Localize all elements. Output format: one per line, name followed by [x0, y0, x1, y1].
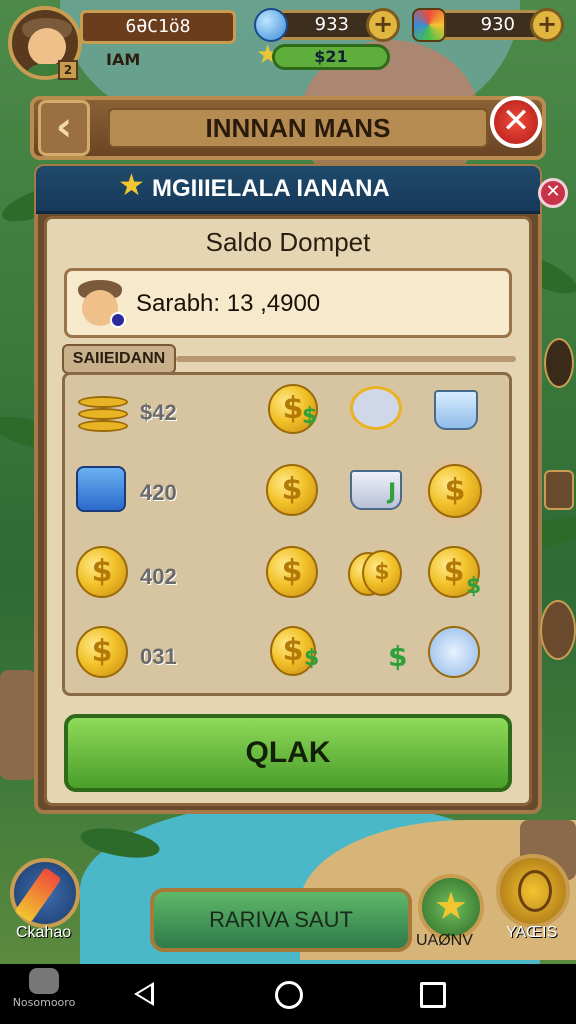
- coin-icon: $: [76, 626, 128, 678]
- main-action-button[interactable]: RARIVA SAUT: [150, 888, 412, 952]
- reward-item[interactable]: $: [266, 546, 326, 606]
- dollar-icon: $: [304, 646, 320, 671]
- side-tab[interactable]: [544, 470, 574, 510]
- bottom-left-label: Ckahao: [16, 924, 72, 941]
- reward-item[interactable]: [348, 382, 408, 442]
- player-name: 6ƏC1ö8: [80, 10, 236, 44]
- coin-icon: $: [362, 550, 402, 596]
- close-icon: ✕: [501, 101, 531, 141]
- bowl-icon: [350, 386, 402, 430]
- add-gems-button[interactable]: +: [366, 8, 400, 42]
- level-badge: 2: [58, 60, 78, 80]
- coin-stack-icon: [78, 396, 128, 408]
- chevron-left-icon: ‹: [55, 104, 73, 150]
- close-panel-button[interactable]: ✕: [538, 178, 568, 208]
- reward-item[interactable]: $: [76, 546, 136, 606]
- dollar-icon: $: [466, 574, 482, 599]
- coin-icon: $: [266, 546, 318, 598]
- close-icon: ✕: [545, 181, 561, 202]
- section-divider: [176, 356, 516, 362]
- nav-back-button[interactable]: [126, 976, 162, 1012]
- stone-pillar: [0, 670, 36, 780]
- coin-icon: $: [76, 546, 128, 598]
- reward-item[interactable]: $ $: [268, 382, 328, 442]
- panel-header-title: MGIIIELALA IANANA: [152, 175, 390, 202]
- side-tab[interactable]: [544, 338, 574, 388]
- coin-stack-icon: [78, 408, 128, 420]
- dollar-icon: J: [388, 480, 397, 505]
- bottom-right-label: YAŒIS: [506, 924, 558, 941]
- reward-item[interactable]: J: [350, 466, 410, 526]
- reward-amount: 031: [140, 644, 177, 669]
- reward-item[interactable]: $ $: [266, 626, 326, 686]
- player-subtitle: IAM: [106, 50, 141, 69]
- reward-item[interactable]: $: [348, 548, 408, 608]
- star-button[interactable]: ★: [418, 874, 484, 940]
- reward-item-selected[interactable]: $: [428, 464, 488, 524]
- bottom-right-label: UAØNV: [416, 932, 473, 949]
- reward-item[interactable]: [76, 464, 136, 524]
- cash-counter: $21: [272, 44, 390, 70]
- balance-avatar: [74, 274, 128, 332]
- avatar-badge: [110, 312, 126, 328]
- reward-item[interactable]: $ $: [428, 546, 488, 606]
- reward-item[interactable]: $: [266, 464, 326, 524]
- ok-button[interactable]: QLAK: [64, 714, 512, 792]
- gem-coin-icon: [428, 626, 480, 678]
- coin-icon: $: [266, 464, 318, 516]
- dollar-icon: $: [302, 404, 318, 429]
- side-tab[interactable]: [540, 600, 576, 660]
- star-icon: ★: [434, 884, 469, 928]
- gem-icon: [254, 8, 288, 42]
- reward-item[interactable]: [430, 382, 490, 442]
- close-button[interactable]: ✕: [490, 96, 542, 148]
- reward-amount: 420: [140, 480, 177, 505]
- nav-recents-button[interactable]: [414, 976, 450, 1012]
- reward-item[interactable]: [78, 386, 138, 446]
- page-title: INNNAN MANS: [108, 108, 488, 148]
- reward-amount: $42: [140, 400, 177, 425]
- add-gold-button[interactable]: +: [530, 8, 564, 42]
- reward-item[interactable]: [428, 626, 488, 686]
- watermark: Nosomooro: [4, 968, 84, 1020]
- watermark-logo: [29, 968, 59, 994]
- watermark-text: Nosomooro: [12, 996, 76, 1009]
- section-tag: SAIIEIDANN: [62, 344, 176, 374]
- nav-home-button[interactable]: [270, 976, 306, 1012]
- chest-icon: [76, 466, 126, 512]
- star-icon: ★: [118, 168, 145, 203]
- pencil-icon: [14, 867, 62, 923]
- reward-amount: 402: [140, 564, 177, 589]
- pencil-button[interactable]: [10, 858, 80, 928]
- coin-button[interactable]: [496, 854, 570, 928]
- wallet-balance-heading: Saldo Dompet: [205, 227, 371, 257]
- tub-icon: [434, 390, 478, 430]
- balance-value: Sarabh: 13 ,4900: [136, 290, 321, 317]
- coin-stack-icon: [78, 420, 128, 432]
- gem-pile-icon: [412, 8, 446, 42]
- coin-icon: $: [428, 464, 482, 518]
- back-button[interactable]: ‹: [38, 100, 90, 156]
- dollar-icon: $: [388, 640, 408, 673]
- title-board: INNNAN MANS: [30, 96, 546, 160]
- coin-icon: [518, 870, 552, 912]
- reward-item[interactable]: $: [76, 626, 136, 686]
